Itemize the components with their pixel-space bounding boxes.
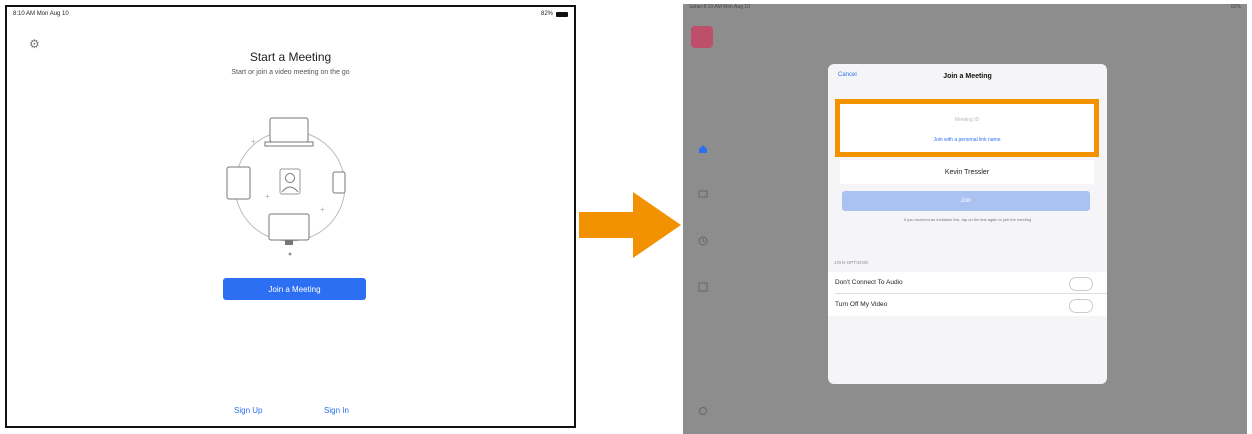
dialog-header: Join a Meeting — [828, 64, 1107, 88]
start-meeting-screen: 8:10 AM Mon Aug 10 82% ⚙ Start a Meeting… — [5, 5, 576, 428]
screen-name-value: Kevin Tressler — [944, 168, 990, 176]
clock-icon[interactable] — [698, 236, 708, 246]
battery-icon — [556, 11, 568, 17]
option-label: Turn Off My Video — [835, 301, 888, 308]
option-row-audio: Don't Connect To Audio — [828, 272, 1107, 294]
status-date: Mon Aug 10 — [36, 11, 69, 17]
status-indicators: 82% — [541, 11, 568, 17]
svg-text:+: + — [265, 192, 270, 201]
video-toggle[interactable] — [1069, 299, 1093, 313]
page-subtitle: Start or join a video meeting on the go — [231, 69, 350, 76]
status-right-text: 82% — [1230, 4, 1241, 10]
status-battery-text: 82% — [540, 11, 553, 17]
devices-illustration: + + + — [226, 117, 346, 256]
contacts-icon[interactable] — [698, 282, 708, 292]
chat-icon[interactable] — [698, 190, 708, 200]
status-bar: 8:10 AM Mon Aug 10 82% — [7, 7, 574, 21]
home-icon[interactable] — [698, 144, 708, 154]
status-left-text: Safari 8:10 AM Mon Aug 10 — [689, 4, 750, 10]
svg-text:+: + — [251, 137, 256, 146]
join-meeting-screen: Safari 8:10 AM Mon Aug 10 82% Join a Mee… — [683, 4, 1247, 434]
cancel-button[interactable]: Cancel — [838, 72, 857, 78]
app-logo — [691, 26, 713, 48]
invitation-hint: If you received an invitation link, tap … — [903, 217, 1032, 222]
join-meeting-button[interactable]: Join a Meeting — [223, 278, 366, 300]
join-meeting-dialog: Join a Meeting Cancel Meeting ID Join wi… — [828, 64, 1107, 384]
option-label: Don't Connect To Audio — [835, 279, 903, 286]
audio-toggle[interactable] — [1069, 277, 1093, 291]
join-button[interactable]: Join — [842, 191, 1090, 211]
status-time-date: 8:10 AM Mon Aug 10 — [13, 11, 69, 17]
gear-icon[interactable]: ⚙ — [29, 37, 40, 51]
dialog-title: Join a Meeting — [943, 72, 992, 80]
status-bar: Safari 8:10 AM Mon Aug 10 82% — [683, 4, 1247, 14]
sign-up-link[interactable]: Sign Up — [234, 406, 262, 415]
sign-in-link[interactable]: Sign In — [324, 406, 349, 415]
settings-icon[interactable] — [698, 406, 708, 416]
option-row-video: Turn Off My Video — [828, 294, 1107, 316]
join-options-header: JOIN OPTIONS — [834, 260, 869, 265]
page-title: Start a Meeting — [249, 50, 332, 64]
status-time: 8:10 AM — [13, 11, 36, 17]
arrow-right-icon — [579, 192, 681, 258]
svg-text:+: + — [320, 205, 325, 214]
screen-name-field[interactable]: Kevin Tressler — [840, 160, 1094, 184]
highlight-box — [835, 99, 1099, 157]
